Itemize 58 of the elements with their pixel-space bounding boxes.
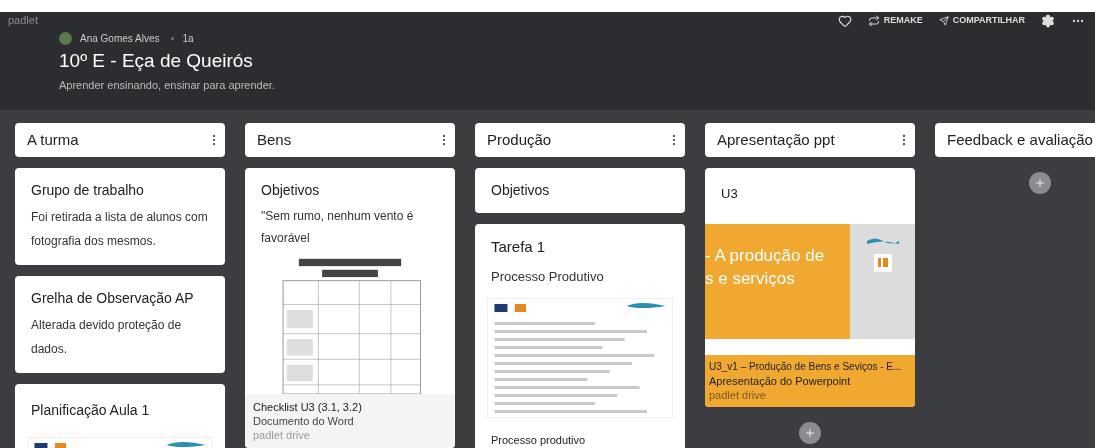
post-body: Foi retirada a lista de alunos com fotografia dos mesmos. bbox=[31, 209, 209, 250]
post-card[interactable]: Tarefa 1 Processo Produtivo Processo produtivo bbox=[475, 224, 685, 448]
post-heading: Processo produtivo bbox=[490, 432, 587, 448]
post-title: Objetivos bbox=[260, 181, 321, 200]
post-title: Tarefa 1 bbox=[490, 237, 547, 257]
dot-icon bbox=[171, 37, 175, 40]
post-age: 1a bbox=[182, 32, 194, 46]
post-card[interactable]: U3 - A produção de s e serviços U3_v1 – Produção de Bens e Seviços - E... Apresentação do Powerpoint padlet drive bbox=[705, 168, 915, 407]
plus-icon bbox=[804, 426, 816, 439]
post-card[interactable]: Grupo de trabalho Foi retirada a lista de alunos com fotografia dos mesmos. bbox=[15, 168, 225, 265]
brand-logo[interactable]: padlet bbox=[8, 12, 38, 29]
post-body: Alterada devido proteção de dados. bbox=[31, 317, 183, 358]
column-header[interactable]: Feedback e avaliação bbox=[935, 123, 1095, 157]
attachment-name: Checklist U3 (3.1, 3.2) bbox=[253, 400, 363, 414]
plus-icon bbox=[1034, 177, 1046, 189]
post-subtitle: Processo Produtivo bbox=[490, 267, 605, 286]
header-button[interactable]: REMAKE bbox=[867, 14, 923, 28]
slide-title: s e serviços bbox=[705, 267, 796, 290]
post-body: "Sem rumo, nenhum vento é favorável bbox=[260, 208, 415, 247]
slide-title: - A produção de bbox=[705, 244, 826, 267]
post-title: Planificação Aula 1 bbox=[30, 401, 151, 420]
icon-button[interactable] bbox=[1041, 14, 1055, 28]
board-description: Aprender ensinando, ensinar para aprender. bbox=[59, 77, 275, 93]
heart-icon bbox=[837, 14, 852, 28]
column-title: Produção bbox=[487, 129, 552, 150]
post-title: Objetivos bbox=[491, 181, 551, 200]
add-post-button[interactable] bbox=[1029, 172, 1051, 194]
attachment-footer[interactable]: Checklist U3 (3.1, 3.2) Documento do Word padlet drive bbox=[245, 394, 455, 448]
column-title: Apresentação ppt bbox=[717, 129, 835, 150]
post-title: Grelha de Observação AP bbox=[31, 289, 195, 308]
post-card[interactable]: Objetivos bbox=[475, 168, 685, 213]
post-card[interactable]: Grelha de Observação AP Alterada devido proteção de dados. bbox=[15, 276, 225, 373]
column-title: Feedback e avaliação bbox=[947, 129, 1093, 150]
post-card[interactable]: Objetivos "Sem rumo, nenhum vento é favorável Checklist U3 (3.1, 3.2) Documento do Word padlet drive bbox=[245, 168, 455, 448]
post-title: U3 bbox=[720, 185, 739, 203]
column-header[interactable]: Apresentação ppt bbox=[705, 123, 915, 157]
column-header[interactable]: Produção bbox=[475, 123, 685, 157]
avatar-icon bbox=[59, 32, 72, 45]
repeat-icon bbox=[867, 15, 880, 27]
logo-icon bbox=[873, 253, 892, 272]
author-name: Ana Gomes Alves bbox=[80, 32, 160, 46]
board-title: 10º E - Eça de Queirós bbox=[59, 49, 254, 73]
column-title: Bens bbox=[257, 129, 292, 150]
column-title: A turma bbox=[27, 129, 79, 150]
attachment-type: Documento do Word bbox=[253, 414, 355, 428]
attachment-type: Apresentação do Powerpoint bbox=[709, 373, 852, 388]
attachment-source: padlet drive bbox=[709, 387, 767, 402]
column-header[interactable]: A turma bbox=[15, 123, 225, 157]
attachment-footer[interactable]: U3_v1 – Produção de Bens e Seviços - E... Apresentação do Powerpoint padlet drive bbox=[705, 354, 915, 407]
add-post-button[interactable] bbox=[799, 421, 821, 444]
icon-button[interactable] bbox=[837, 14, 852, 28]
attachment-source: padlet drive bbox=[253, 428, 311, 442]
post-card[interactable]: Planificação Aula 1 bbox=[15, 384, 225, 448]
post-title: Grupo de trabalho bbox=[31, 181, 145, 200]
attachment-name: U3_v1 – Produção de Bens e Seviços - E... bbox=[709, 359, 903, 374]
settings-icon bbox=[1041, 14, 1055, 28]
header-button[interactable]: COMPARTILHAR bbox=[938, 14, 1025, 28]
column-header[interactable]: Bens bbox=[245, 123, 455, 157]
